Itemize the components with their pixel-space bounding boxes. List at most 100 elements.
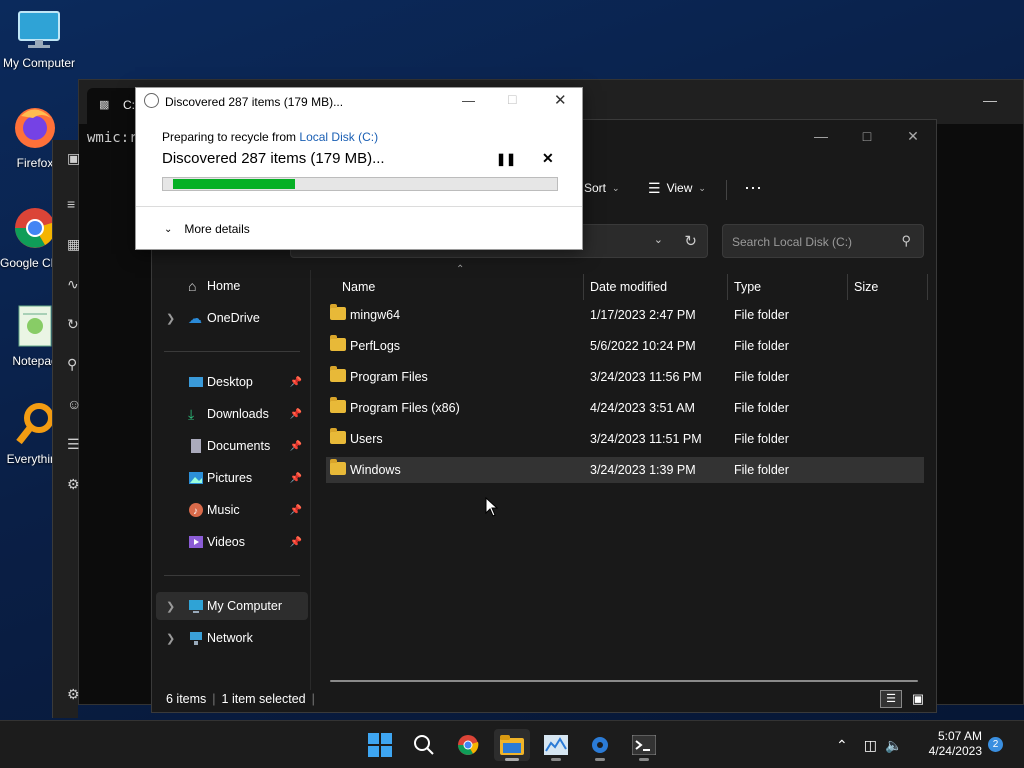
notification-badge[interactable]: 2 (988, 737, 1003, 752)
file-row[interactable]: mingw64 1/17/2023 2:47 PM File folder (326, 302, 924, 328)
minimize-button[interactable]: — (798, 120, 844, 152)
column-header-size[interactable]: Size (848, 274, 928, 300)
gear-icon: ⚙ (67, 686, 80, 702)
settings-window[interactable]: ▣ ≡ ▦ ∿ ↻ ⚲ ☺ ☰ ⚙ ⚙ (52, 140, 81, 718)
file-name: mingw64 (350, 308, 401, 322)
volume-icon[interactable]: 🔈 (885, 737, 902, 754)
nav-item-downloads[interactable]: ⤓ Downloads 📌 (156, 400, 308, 428)
sort-button[interactable]: Sort ⌄ (584, 174, 620, 202)
close-button[interactable]: ✕ (554, 91, 567, 109)
file-row[interactable]: Program Files 3/24/2023 11:56 PM File fo… (326, 364, 924, 390)
file-date: 3/24/2023 1:39 PM (590, 463, 696, 477)
nav-item-music[interactable]: ♪ Music 📌 (156, 496, 308, 524)
horizontal-scrollbar[interactable] (330, 680, 918, 682)
chevron-right-icon[interactable]: ❯ (166, 312, 175, 325)
maximize-button: □ (508, 91, 517, 107)
terminal-minimize-button[interactable]: — (983, 92, 997, 108)
taskbar-terminal[interactable] (626, 729, 662, 761)
nav-label: Music (207, 503, 240, 517)
taskbar-chrome[interactable] (450, 729, 486, 761)
search-box[interactable]: Search Local Disk (C:) ⚲ (722, 224, 924, 258)
nav-item-pictures[interactable]: Pictures 📌 (156, 464, 308, 492)
chevron-right-icon[interactable]: ❯ (166, 632, 175, 645)
nav-divider (164, 575, 300, 576)
key-icon: ⚲ (67, 356, 78, 372)
nav-item-my-computer[interactable]: ❯ My Computer (156, 592, 308, 620)
desktop-icon-label: My Computer (2, 56, 76, 70)
column-header-date-modified[interactable]: Date modified (584, 274, 728, 300)
chevron-right-icon[interactable]: ❯ (166, 600, 175, 613)
nav-label: My Computer (207, 599, 283, 613)
item-count: 6 items (166, 692, 207, 706)
nav-item-network[interactable]: ❯ Network (156, 624, 308, 652)
preparing-text: Preparing to recycle from (162, 130, 300, 144)
file-type: File folder (734, 401, 789, 415)
taskbar-file-explorer[interactable] (494, 729, 530, 761)
refresh-icon[interactable]: ↻ (684, 232, 697, 250)
nav-item-documents[interactable]: Documents 📌 (156, 432, 308, 460)
cancel-button[interactable]: ✕ (542, 150, 554, 167)
nav-item-desktop[interactable]: Desktop 📌 (156, 368, 308, 396)
nav-divider (164, 351, 300, 352)
more-details-label: More details (184, 222, 250, 236)
search-button[interactable] (406, 729, 442, 761)
tiles-view-button[interactable]: ▣ (908, 690, 928, 708)
folder-icon (500, 735, 524, 755)
maximize-button[interactable]: □ (844, 120, 890, 152)
more-details-toggle[interactable]: ⌄ More details (164, 222, 250, 236)
clock-icon (144, 93, 159, 108)
more-options-button[interactable]: ⋯ (744, 174, 762, 202)
minimize-button[interactable]: — (462, 93, 475, 108)
file-row[interactable]: PerfLogs 5/6/2022 10:24 PM File folder (326, 333, 924, 359)
location-link[interactable]: Local Disk (C:) (299, 130, 378, 144)
nav-label: Network (207, 631, 253, 645)
nav-label: Downloads (207, 407, 269, 421)
view-button[interactable]: ☰ View ⌄ (648, 174, 706, 202)
file-row-selected[interactable]: Windows 3/24/2023 1:39 PM File folder (326, 457, 924, 483)
pane-divider (310, 270, 311, 690)
taskbar-settings[interactable] (582, 729, 618, 761)
column-header-type[interactable]: Type (728, 274, 848, 300)
file-type: File folder (734, 308, 789, 322)
navigation-pane: ⌂ Home ❯ ☁ OneDrive Desktop 📌 ⤓ Download… (152, 270, 310, 700)
menu-icon: ≡ (67, 196, 76, 212)
svg-text:♪: ♪ (193, 506, 198, 517)
document-icon (188, 438, 204, 454)
selection-count: 1 item selected (221, 692, 306, 706)
column-header-name[interactable]: Name (336, 274, 584, 300)
taskbar-task-manager[interactable] (538, 729, 574, 761)
status-divider: | (212, 692, 216, 706)
file-row[interactable]: Program Files (x86) 4/24/2023 3:51 AM Fi… (326, 395, 924, 421)
notepad-icon (18, 305, 52, 347)
system-tray: ⌃ ◫ 🔈 (836, 721, 902, 768)
chevron-up-icon[interactable]: ⌃ (836, 737, 848, 754)
clock[interactable]: 5:07 AM 4/24/2023 (918, 729, 982, 759)
start-button[interactable] (362, 729, 398, 761)
nav-item-onedrive[interactable]: ❯ ☁ OneDrive (156, 304, 308, 332)
chevron-down-icon[interactable]: ⌄ (654, 233, 663, 246)
picture-icon (188, 470, 204, 486)
file-name: Program Files (x86) (350, 401, 460, 415)
details-view-button[interactable]: ☰ (880, 690, 902, 708)
terminal-icon (632, 735, 656, 755)
file-name: Windows (350, 463, 401, 477)
folder-icon (330, 304, 346, 320)
folder-icon (330, 397, 346, 413)
file-row[interactable]: Users 3/24/2023 11:51 PM File folder (326, 426, 924, 452)
pause-button[interactable]: ❚❚ (496, 152, 516, 166)
image-icon: ▣ (67, 150, 81, 166)
file-name: Program Files (350, 370, 428, 384)
recycle-progress-dialog[interactable]: Discovered 287 items (179 MB)... — □ ✕ P… (135, 87, 583, 250)
file-list: ⌃ Name Date modified Type Size mingw64 1… (312, 264, 938, 690)
close-button[interactable]: ✕ (890, 120, 936, 152)
nav-item-videos[interactable]: Videos 📌 (156, 528, 308, 556)
search-placeholder: Search Local Disk (C:) (732, 235, 853, 249)
history-icon: ↻ (67, 316, 79, 332)
status-bar: 6 items | 1 item selected | (166, 692, 315, 706)
nav-item-home[interactable]: ⌂ Home (156, 272, 308, 300)
nav-label: Videos (207, 535, 245, 549)
pin-icon: 📌 (289, 472, 302, 484)
desktop-icon-my-computer[interactable]: My Computer (0, 8, 78, 70)
file-date: 3/24/2023 11:56 PM (590, 370, 702, 384)
network-icon[interactable]: ◫ (864, 737, 877, 754)
